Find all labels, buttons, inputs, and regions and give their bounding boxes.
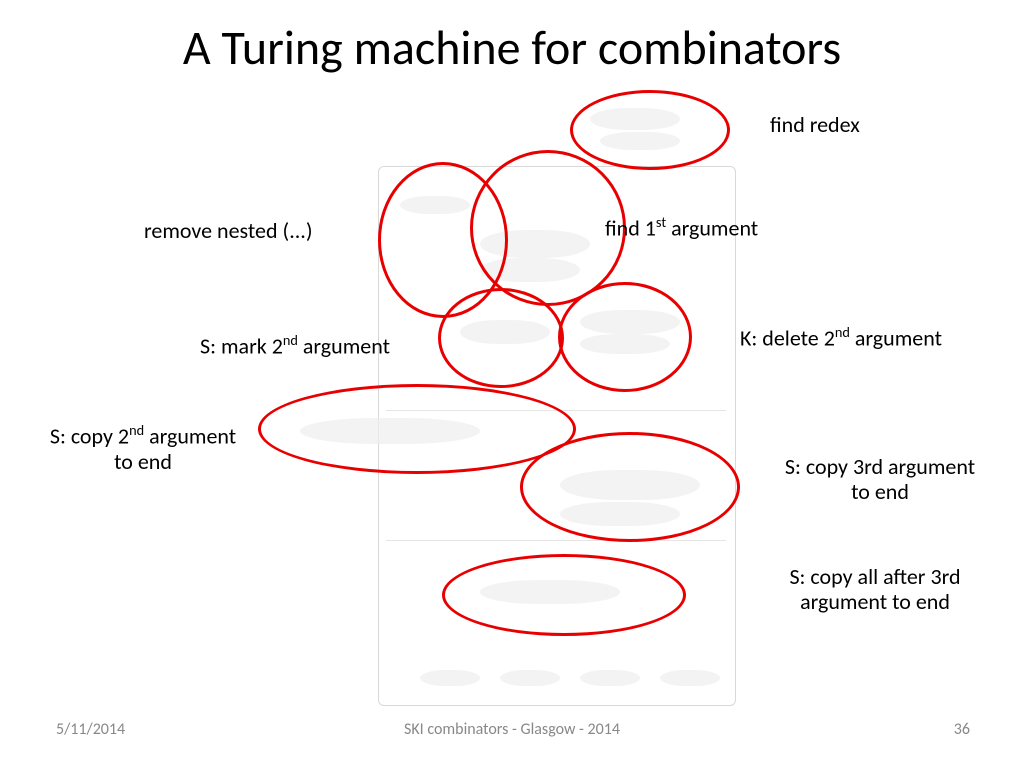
bg-blob — [580, 670, 640, 686]
ring-s-copy-all — [442, 554, 686, 636]
ring-s-copy-2nd — [258, 384, 576, 474]
label-sup: nd — [835, 323, 850, 341]
bg-blob — [660, 670, 720, 686]
ring-s-copy-3rd — [520, 432, 740, 542]
label-text: K: delete 2 — [740, 324, 835, 351]
label-text: argument — [666, 214, 758, 241]
label-text: argument to end — [800, 588, 950, 615]
ring-find-redex — [570, 90, 730, 170]
label-remove-nested: remove nested (...) — [144, 218, 313, 243]
label-text: S: copy 3rd argument — [785, 453, 975, 480]
label-sup: st — [656, 213, 666, 231]
label-text: S: copy 2 — [50, 422, 129, 449]
label-sup: nd — [129, 421, 144, 439]
slide-footer: 5/11/2014 SKI combinators - Glasgow - 20… — [0, 720, 1024, 746]
footer-middle: SKI combinators - Glasgow - 2014 — [0, 720, 1024, 739]
ring-s-mark-2nd — [438, 288, 564, 388]
label-find-redex: find redex — [770, 112, 860, 137]
label-s-copy-3rd: S: copy 3rd argument to end — [770, 454, 990, 505]
label-k-delete-2nd: K: delete 2nd argument — [740, 324, 942, 351]
slide: A Turing machine for combinators find re… — [0, 0, 1024, 768]
label-text: to end — [851, 478, 909, 505]
label-sup: nd — [283, 331, 298, 349]
bg-blob — [420, 670, 480, 686]
label-s-copy-all: S: copy all after 3rd argument to end — [770, 564, 980, 615]
footer-page-number: 36 — [954, 720, 970, 739]
label-text: argument — [850, 324, 942, 351]
slide-title: A Turing machine for combinators — [0, 18, 1024, 77]
label-text: to end — [114, 448, 172, 475]
label-text: S: mark 2 — [200, 332, 283, 359]
label-s-copy-2nd: S: copy 2nd argument to end — [38, 422, 248, 474]
label-text: argument — [298, 332, 390, 359]
label-text: find 1 — [605, 214, 656, 241]
label-s-mark-2nd: S: mark 2nd argument — [200, 332, 390, 359]
ring-find-1st-arg — [470, 150, 626, 306]
bg-blob — [500, 670, 560, 686]
label-find-1st-arg: find 1st argument — [605, 214, 758, 241]
label-text: argument — [144, 422, 236, 449]
bg-line — [386, 540, 726, 541]
label-text: S: copy all after 3rd — [789, 563, 960, 590]
ring-k-delete-2nd — [558, 282, 692, 392]
